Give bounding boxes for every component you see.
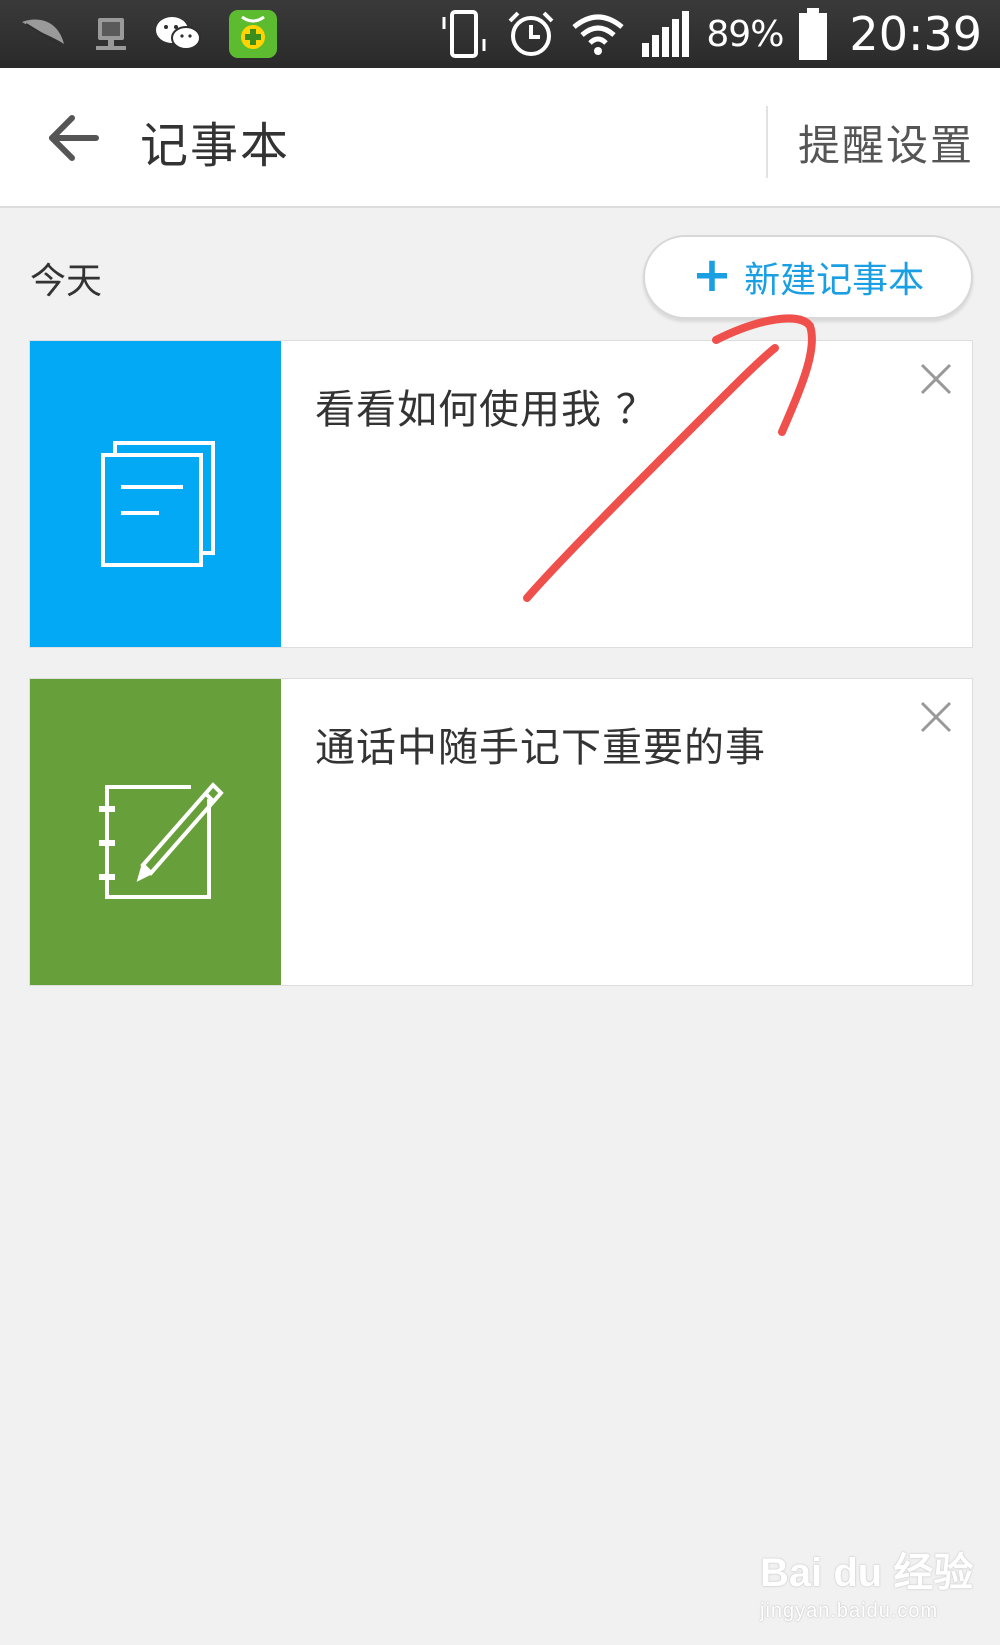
alarm-icon: [506, 9, 556, 59]
new-note-button-label: 新建记事本: [744, 260, 925, 301]
documents-icon: [100, 441, 215, 567]
new-note-button[interactable]: + 新建记事本: [643, 235, 973, 319]
baidu-watermark: Bai du 经验 jingyan.baidu.com: [760, 1540, 973, 1623]
note-title: 通话中随手记下重要的事: [315, 725, 766, 771]
arrow-left-icon: [49, 115, 99, 161]
close-icon: [920, 701, 952, 733]
remind-settings-button[interactable]: 提醒设置: [798, 112, 974, 173]
notebook-pen-icon: [98, 782, 224, 899]
status-bar: 89% 20:39: [0, 0, 1000, 68]
network-computer-icon: [94, 14, 128, 54]
page-title: 记事本: [140, 118, 291, 174]
battery-icon: [797, 7, 829, 61]
app-header: 记事本 提醒设置: [0, 68, 1000, 208]
watermark-logo: Bai du 经验: [760, 1551, 974, 1595]
note-title: 看看如何使用我 ？: [315, 387, 657, 433]
date-group-label: 今天: [30, 261, 103, 302]
security-app-icon: [228, 9, 278, 59]
signal-icon: [640, 9, 692, 59]
note-thumbnail: [30, 679, 281, 985]
note-thumbnail: [30, 341, 281, 647]
watermark-url: jingyan.baidu.com: [760, 1600, 939, 1622]
feather-icon: [18, 14, 68, 54]
vibrate-icon: [438, 9, 492, 59]
wifi-icon: [570, 11, 626, 57]
close-icon: [920, 363, 952, 395]
plus-icon: +: [691, 247, 733, 303]
clock-time: 20:39: [849, 7, 982, 61]
wechat-icon: [154, 14, 202, 54]
note-card[interactable]: 通话中随手记下重要的事: [29, 678, 973, 986]
delete-note-button[interactable]: [916, 697, 956, 737]
battery-percent: 89%: [706, 13, 784, 55]
note-card[interactable]: 看看如何使用我 ？: [29, 340, 973, 648]
back-button[interactable]: [38, 108, 108, 168]
header-divider: [766, 106, 768, 178]
delete-note-button[interactable]: [916, 359, 956, 399]
